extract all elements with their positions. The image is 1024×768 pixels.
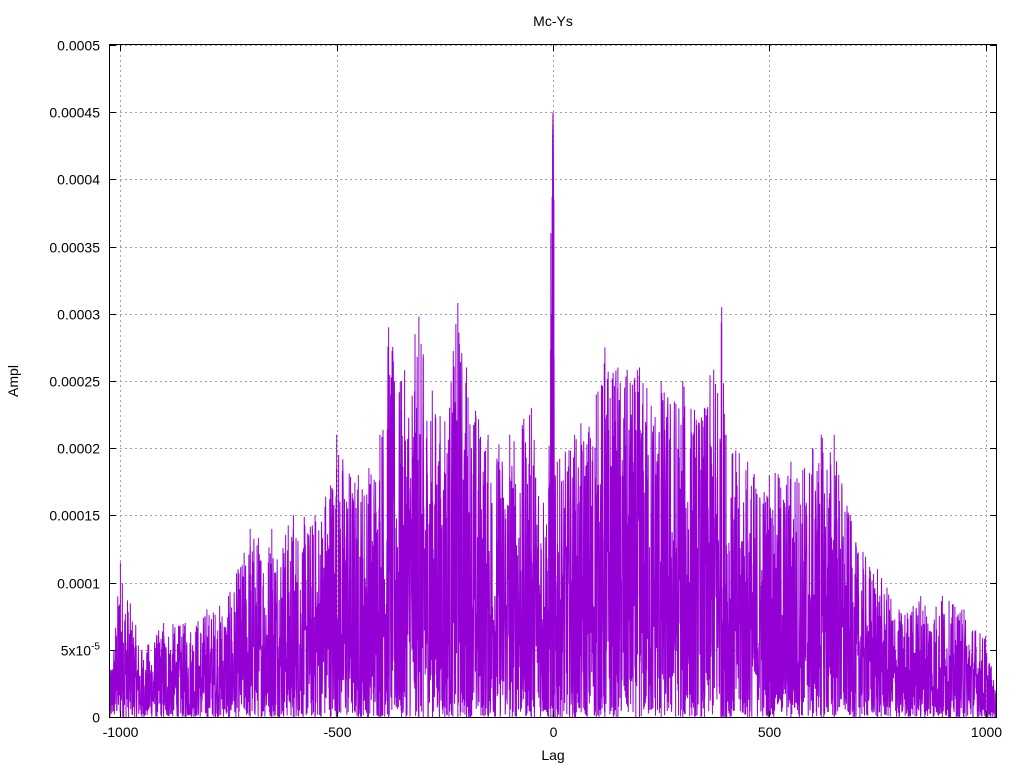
y-tick-label: 0.0002: [57, 441, 100, 457]
y-tick-label-text: 0.00035: [49, 240, 100, 256]
chart-canvas: -1000 -500 0 500 1000 0 5x10-5 0.0001 0.00015 0.…: [5, 13, 1003, 763]
y-tick-label: 0.00045: [49, 105, 100, 121]
y-tick-label: 0.00025: [49, 374, 100, 390]
y-tick-label: 0.0001: [57, 576, 100, 592]
x-axis-title: Lag: [541, 747, 564, 763]
x-tick-label: 500: [758, 724, 782, 740]
y-tick-label: 0.0004: [57, 172, 100, 188]
y-tick-label: 5x10-5: [61, 642, 101, 659]
y-tick-label-text: 0.0003: [57, 307, 100, 323]
y-tick-label: 0.00015: [49, 508, 100, 524]
y-tick-label: 0.00035: [49, 240, 100, 256]
y-tick-label-exponent: -5: [91, 642, 100, 653]
y-tick-label-text: 5x10: [61, 643, 92, 659]
y-axis-title: Ampl: [5, 365, 21, 397]
y-tick-label-text: 0.0001: [57, 576, 100, 592]
y-tick-label-text: 0.00025: [49, 374, 100, 390]
y-tick-label-text: 0: [92, 710, 100, 726]
chart-title: Mc-Ys: [533, 13, 573, 29]
y-tick-label-text: 0.0005: [57, 38, 100, 54]
y-tick-label-text: 0.0004: [57, 172, 100, 188]
x-tick-labels: -1000 -500 0 500 1000: [103, 724, 1003, 740]
y-tick-label: 0: [92, 710, 100, 726]
x-tick-label: -500: [323, 724, 351, 740]
y-tick-label: 0.0005: [57, 38, 100, 54]
y-tick-label-text: 0.0002: [57, 441, 100, 457]
y-tick-label: 0.0003: [57, 307, 100, 323]
x-tick-label: 0: [550, 724, 558, 740]
series-layer: [109, 112, 997, 719]
y-tick-label-text: 0.00045: [49, 105, 100, 121]
x-tick-label: 1000: [971, 724, 1002, 740]
y-tick-labels: 0 5x10-5 0.0001 0.00015 0.0002 0.00025 0.0003 0…: [49, 38, 100, 726]
y-tick-label-text: 0.00015: [49, 508, 100, 524]
x-tick-label: -1000: [103, 724, 139, 740]
